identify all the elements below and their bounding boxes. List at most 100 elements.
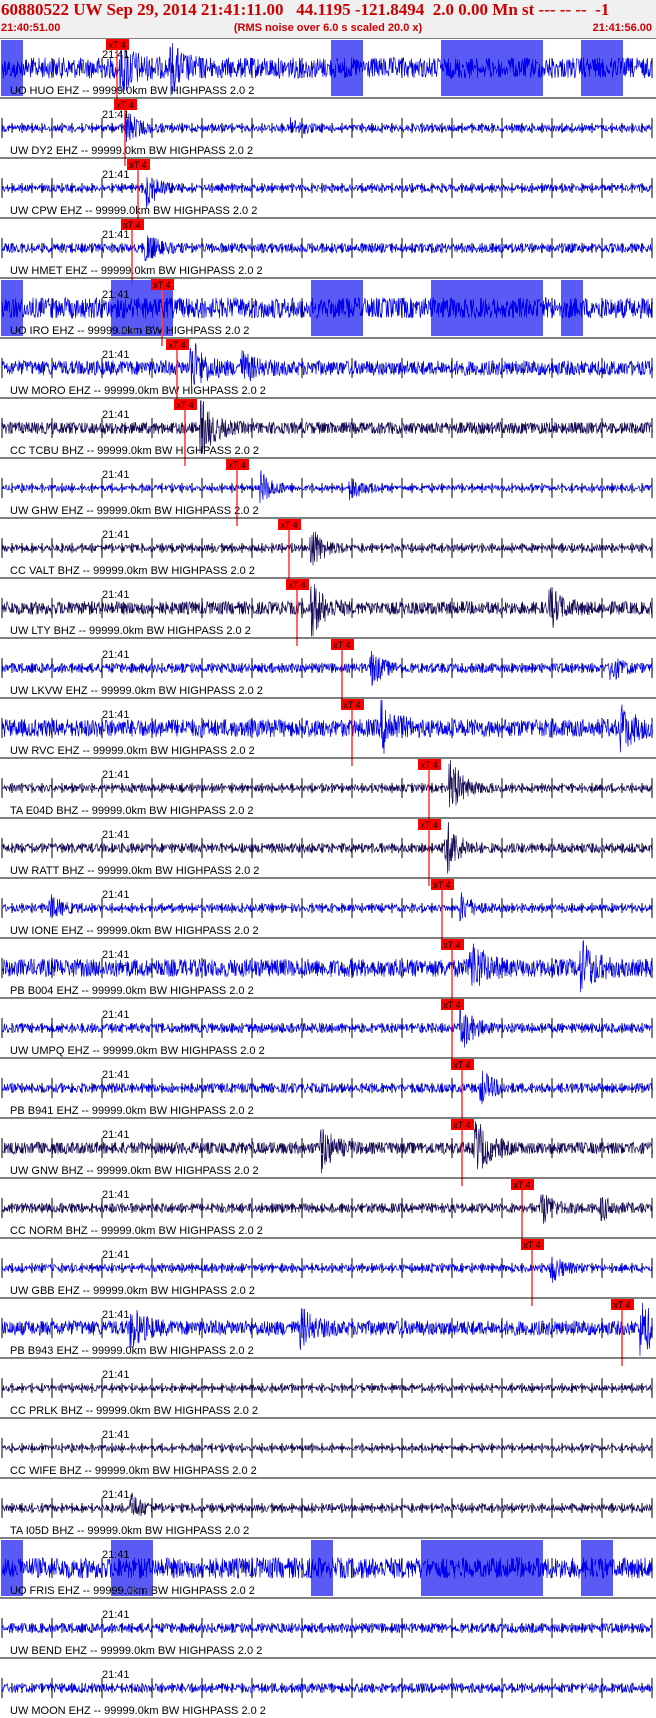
pick-label: xT 4 (443, 1000, 460, 1010)
trace-row-9: 21:41 UW LTY BHZ -- 99999.0km BW HIGHPASS… (0, 577, 656, 646)
station-label: UW GNW BHZ -- 99999.0km BW HIGHPASS 2.0 … (10, 1165, 259, 1177)
pick-label: xT 4 (453, 1060, 470, 1070)
station-label: UW BEND EHZ -- 99999.0km BW HIGHPASS 2.0… (10, 1645, 262, 1657)
time-tick-label: 21:41 (102, 1249, 130, 1261)
trace-row-12: 21:41 TA E04D BHZ -- 99999.0km BW HIGHPAS… (0, 757, 656, 826)
station-label: UW IONE EHZ -- 99999.0km BW HIGHPASS 2.0… (10, 925, 259, 937)
waveform-trace (1, 235, 653, 262)
waveform-trace (1, 1383, 653, 1393)
pick-label: xT 4 (343, 700, 360, 710)
trace-row-8: 21:41 CC VALT BHZ -- 99999.0km BW HIGHPAS… (0, 517, 656, 586)
station-label: UO IRO EHZ -- 99999.0km BW HIGHPASS 2.0 … (10, 325, 249, 337)
waveform-trace (1, 1443, 653, 1453)
pick-label: xT 4 (153, 280, 170, 290)
trace-row-23: 21:41 CC WIFE BHZ -- 99999.0km BW HIGHPAS… (0, 1417, 656, 1477)
trace-row-11: 21:41 UW RVC EHZ -- 99999.0km BW HIGHPASS… (0, 697, 656, 766)
time-tick-label: 21:41 (102, 1429, 130, 1441)
time-tick-label: 21:41 (102, 49, 130, 61)
clipped-signal (581, 40, 623, 96)
station-label: UW HMET EHZ -- 99999.0km BW HIGHPASS 2.0… (10, 265, 263, 277)
time-tick-label: 21:41 (102, 709, 130, 721)
pick-label: xT 4 (420, 760, 437, 770)
station-label: CC TCBU BHZ -- 99999.0km BW HIGHPASS 2.0… (10, 445, 259, 457)
station-label: TA I05D BHZ -- 99999.0km BW HIGHPASS 2.0… (10, 1525, 249, 1537)
trace-row-7: 21:41 UW GHW EHZ -- 99999.0km BW HIGHPASS… (0, 457, 656, 526)
pick-label: xT 4 (513, 1180, 530, 1190)
station-label: PB B941 EHZ -- 99999.0km BW HIGHPASS 2.0… (10, 1105, 254, 1117)
station-label: UW MOON EHZ -- 99999.0km BW HIGHPASS 2.0… (10, 1705, 266, 1717)
waveform-trace (1, 1622, 653, 1634)
end-time-label: 21:41:56.00 (592, 22, 652, 34)
trace-row-3: 21:41 UW HMET EHZ -- 99999.0km BW HIGHPAS… (0, 217, 656, 286)
waveform-trace (1, 343, 653, 388)
trace-row-21: 21:41 PB B943 EHZ -- 99999.0km BW HIGHPAS… (0, 1297, 656, 1366)
time-tick-label: 21:41 (102, 469, 130, 481)
time-tick-label: 21:41 (102, 1669, 130, 1681)
trace-row-18: 21:41 UW GNW BHZ -- 99999.0km BW HIGHPASS… (0, 1117, 656, 1186)
station-label: CC NORM BHZ -- 99999.0km BW HIGHPASS 2.0… (10, 1225, 263, 1237)
pick-label: xT 4 (129, 160, 146, 170)
pick-label: xT 4 (176, 400, 193, 410)
waveform-trace (1, 1556, 653, 1580)
station-label: CC WIFE BHZ -- 99999.0km BW HIGHPASS 2.0… (10, 1465, 257, 1477)
pick-label: xT 4 (420, 820, 437, 830)
waveform-trace (1, 1492, 653, 1517)
rms-noise-subtitle: (RMS noise over 6.0 s scaled 20.0 x) (233, 22, 423, 34)
pick-label: xT 4 (228, 460, 245, 470)
waveform-trace (1, 759, 653, 808)
time-tick-label: 21:41 (102, 829, 130, 841)
time-tick-label: 21:41 (102, 949, 130, 961)
time-tick-label: 21:41 (102, 169, 130, 181)
trace-row-24: 21:41 TA I05D BHZ -- 99999.0km BW HIGHPAS… (0, 1477, 656, 1537)
station-label: UW UMPQ EHZ -- 99999.0km BW HIGHPASS 2.0… (10, 1045, 265, 1057)
trace-row-14: 21:41 UW IONE EHZ -- 99999.0km BW HIGHPAS… (0, 877, 656, 946)
time-tick-label: 21:41 (102, 409, 130, 421)
clipped-signal (331, 40, 363, 96)
waveform-trace (1, 531, 653, 566)
waveform-trace (1, 1004, 653, 1048)
trace-row-0: 21:41 UO HUO EHZ -- 99999.0km BW HIGHPASS… (0, 38, 656, 106)
time-tick-label: 21:41 (102, 1009, 130, 1021)
trace-row-13: 21:41 UW RATT BHZ -- 99999.0km BW HIGHPAS… (0, 817, 656, 886)
time-tick-label: 21:41 (102, 649, 130, 661)
station-label: CC PRLK BHZ -- 99999.0km BW HIGHPASS 2.0… (10, 1405, 258, 1417)
clipped-signal (581, 1540, 613, 1596)
trace-row-26: 21:41 UW BEND EHZ -- 99999.0km BW HIGHPAS… (0, 1597, 656, 1657)
trace-row-25: 21:41 UO FRIS EHZ -- 99999.0km BW HIGHPAS… (0, 1537, 656, 1597)
pick-label: xT 4 (108, 40, 125, 50)
pick-label: xT 4 (453, 1120, 470, 1130)
station-label: UO HUO EHZ -- 99999.0km BW HIGHPASS 2.0 … (10, 85, 254, 97)
time-tick-label: 21:41 (102, 529, 130, 541)
pick-label: xT 4 (613, 1300, 630, 1310)
trace-row-16: 21:41 UW UMPQ EHZ -- 99999.0km BW HIGHPAS… (0, 997, 656, 1066)
station-label: UW GHW EHZ -- 99999.0km BW HIGHPASS 2.0 … (10, 505, 259, 517)
station-label: UW RVC EHZ -- 99999.0km BW HIGHPASS 2.0 … (10, 745, 255, 757)
time-tick-label: 21:41 (102, 289, 130, 301)
pick-label: xT 4 (523, 1240, 540, 1250)
time-tick-label: 21:41 (102, 1189, 130, 1201)
waveform-trace (1, 1256, 653, 1283)
pick-label: xT 4 (433, 880, 450, 890)
time-tick-label: 21:41 (102, 1489, 130, 1501)
station-label: UW CPW EHZ -- 99999.0km BW HIGHPASS 2.0 … (10, 205, 257, 217)
pick-label: xT 4 (116, 100, 133, 110)
time-tick-label: 21:41 (102, 349, 130, 361)
pick-label: xT 4 (443, 940, 460, 950)
time-tick-label: 21:41 (102, 1369, 130, 1381)
station-label: PB B004 EHZ -- 99999.0km BW HIGHPASS 2.0… (10, 985, 254, 997)
pick-label: xT 4 (123, 220, 140, 230)
station-label: CC VALT BHZ -- 99999.0km BW HIGHPASS 2.0… (10, 565, 255, 577)
waveform-trace (1, 470, 653, 504)
trace-row-22: 21:41 CC PRLK BHZ -- 99999.0km BW HIGHPAS… (0, 1357, 656, 1417)
time-tick-label: 21:41 (102, 1129, 130, 1141)
time-tick-label: 21:41 (102, 1549, 130, 1561)
station-label: UW RATT BHZ -- 99999.0km BW HIGHPASS 2.0… (10, 865, 259, 877)
trace-row-4: 21:41 UO IRO EHZ -- 99999.0km BW HIGHPASS… (0, 277, 656, 346)
waveform-trace (1, 113, 653, 143)
trace-row-2: 21:41 UW CPW EHZ -- 99999.0km BW HIGHPASS… (0, 157, 656, 226)
waveform-trace (1, 1194, 653, 1224)
event-title: 60880522 UW Sep 29, 2014 21:41:11.00 44.… (1, 0, 610, 19)
station-label: UW DY2 EHZ -- 99999.0km BW HIGHPASS 2.0 … (10, 145, 253, 157)
time-tick-label: 21:41 (102, 229, 130, 241)
station-label: PB B943 EHZ -- 99999.0km BW HIGHPASS 2.0… (10, 1345, 254, 1357)
